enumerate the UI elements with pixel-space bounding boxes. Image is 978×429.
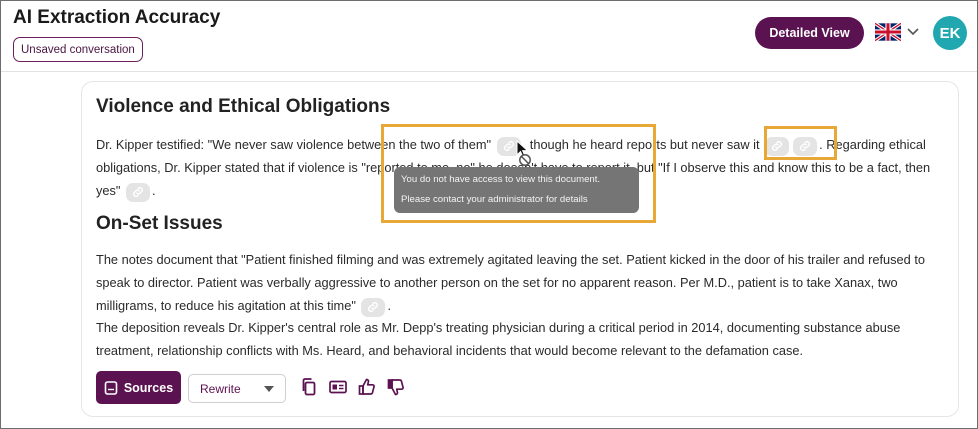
access-denied-tooltip: You do not have access to view this docu…	[394, 167, 639, 213]
tooltip-line: Please contact your administrator for de…	[401, 194, 588, 205]
citation-link-chip[interactable]	[126, 182, 151, 202]
section-heading-violence: Violence and Ethical Obligations	[96, 96, 391, 117]
detailed-view-button[interactable]: Detailed View	[755, 17, 864, 49]
text-segment: Dr. Kipper testified: "We never saw viol…	[96, 137, 492, 152]
app-window: AI Extraction Accuracy Unsaved conversat…	[0, 0, 978, 429]
link-icon	[800, 141, 811, 151]
link-icon	[133, 187, 144, 197]
sources-label: Sources	[123, 380, 174, 395]
citation-link-chip[interactable]	[361, 297, 386, 317]
link-icon	[772, 141, 783, 151]
thumbs-up-icon[interactable]	[357, 377, 377, 397]
text-segment: .	[152, 183, 156, 198]
uk-flag-icon[interactable]	[875, 23, 901, 41]
header-divider	[1, 71, 977, 72]
caret-down-icon	[264, 386, 274, 392]
rewrite-select[interactable]: Rewrite	[188, 374, 286, 403]
link-icon	[368, 302, 379, 312]
rewrite-label: Rewrite	[200, 381, 241, 396]
avatar[interactable]: EK	[933, 16, 967, 50]
paragraph-deposition: The deposition reveals Dr. Kipper's cent…	[96, 320, 901, 358]
text-segment: , though he heard reports but never saw …	[522, 137, 760, 152]
thumbs-down-icon[interactable]	[386, 377, 406, 397]
id-card-icon[interactable]	[328, 377, 348, 397]
citation-link-chip[interactable]	[765, 136, 790, 156]
sources-button[interactable]: Sources	[96, 371, 181, 404]
citation-link-chip[interactable]	[793, 136, 818, 156]
chevron-down-icon[interactable]	[907, 27, 919, 37]
unsaved-conversation-badge[interactable]: Unsaved conversation	[13, 37, 143, 62]
not-allowed-cursor-icon	[516, 140, 531, 166]
page-title: AI Extraction Accuracy	[13, 7, 221, 28]
copy-icon[interactable]	[299, 377, 319, 397]
paragraph-onset-notes: The notes document that "Patient finishe…	[96, 248, 941, 317]
link-icon	[503, 141, 514, 151]
text-segment: .	[387, 298, 391, 313]
document-icon	[104, 380, 118, 395]
text-segment: The notes document that "Patient finishe…	[96, 252, 925, 313]
tooltip-line: You do not have access to view this docu…	[401, 174, 601, 185]
section-heading-onset: On-Set Issues	[96, 213, 223, 234]
